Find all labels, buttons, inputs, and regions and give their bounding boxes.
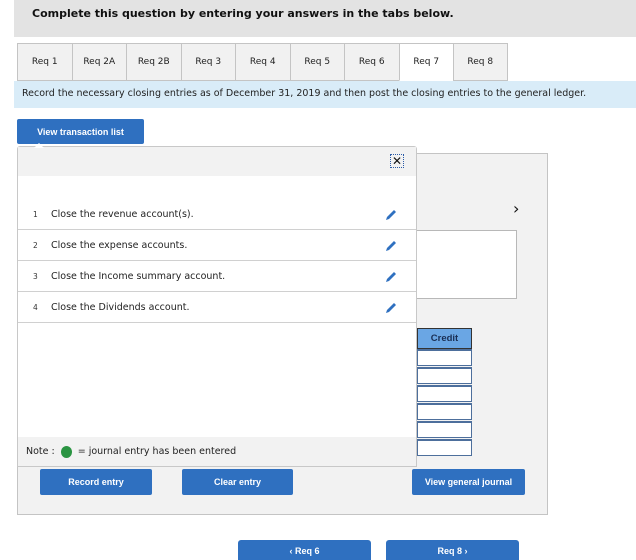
note-suffix: = journal entry has been entered <box>77 446 237 457</box>
credit-column-header: Credit <box>417 328 472 349</box>
transaction-row-1[interactable]: 1 Close the revenue account(s). <box>18 199 416 230</box>
popup-header: ✕ <box>18 147 416 176</box>
credit-input[interactable] <box>417 439 472 456</box>
credit-input[interactable] <box>417 403 472 420</box>
transaction-row-3[interactable]: 3 Close the Income summary account. <box>18 261 416 292</box>
tab-req-6[interactable]: Req 6 <box>344 43 399 81</box>
transaction-text: Close the expense accounts. <box>51 239 188 251</box>
tab-req-2a[interactable]: Req 2A <box>71 43 126 81</box>
transaction-number: 1 <box>33 209 38 219</box>
instruction-text: Complete this question by entering your … <box>32 7 454 20</box>
requirement-prompt: Record the necessary closing entries as … <box>14 81 636 108</box>
clear-entry-button[interactable]: Clear entry <box>182 469 293 495</box>
chevron-right-icon[interactable]: › <box>513 199 519 218</box>
transaction-row-2[interactable]: 2 Close the expense accounts. <box>18 230 416 261</box>
tab-req-4[interactable]: Req 4 <box>235 43 290 81</box>
transaction-number: 4 <box>33 302 38 312</box>
transaction-row-4[interactable]: 4 Close the Dividends account. <box>18 292 416 323</box>
transaction-text: Close the revenue account(s). <box>51 208 194 220</box>
instruction-bar: Complete this question by entering your … <box>14 0 636 37</box>
view-transaction-list-button[interactable]: View transaction list <box>17 119 144 144</box>
prev-req-button[interactable]: ‹ Req 6 <box>238 540 371 560</box>
entered-dot-icon <box>60 445 72 458</box>
requirement-tabs: Req 1 Req 2A Req 2B Req 3 Req 4 Req 5 Re… <box>17 43 508 81</box>
tab-req-3[interactable]: Req 3 <box>180 43 235 81</box>
view-general-journal-button[interactable]: View general journal <box>412 469 525 495</box>
note-prefix: Note : <box>26 446 55 457</box>
credit-input[interactable] <box>417 349 472 366</box>
credit-input[interactable] <box>417 421 472 438</box>
tab-req-8[interactable]: Req 8 <box>453 43 508 81</box>
transaction-number: 2 <box>33 240 38 250</box>
transaction-text: Close the Income summary account. <box>51 270 226 282</box>
tab-req-5[interactable]: Req 5 <box>289 43 344 81</box>
record-entry-button[interactable]: Record entry <box>40 469 152 495</box>
close-icon[interactable]: ✕ <box>390 154 404 168</box>
next-req-button[interactable]: Req 8 › <box>386 540 519 560</box>
note-bar: Note : = journal entry has been entered <box>18 437 416 466</box>
credit-input[interactable] <box>417 385 472 402</box>
credit-input[interactable] <box>417 367 472 384</box>
pencil-icon[interactable] <box>384 270 398 284</box>
pencil-icon[interactable] <box>384 239 398 253</box>
tab-req-1[interactable]: Req 1 <box>17 43 72 81</box>
pencil-icon[interactable] <box>384 301 398 315</box>
transaction-text: Close the Dividends account. <box>51 301 190 313</box>
pencil-icon[interactable] <box>384 208 398 222</box>
transaction-description-box <box>400 230 517 299</box>
transaction-number: 3 <box>33 271 38 281</box>
tab-req-7[interactable]: Req 7 <box>398 43 453 81</box>
popup-caret <box>34 143 44 148</box>
transaction-list-popup: ✕ 1 Close the revenue account(s). 2 Clos… <box>17 146 417 467</box>
tab-req-2b[interactable]: Req 2B <box>126 43 181 81</box>
